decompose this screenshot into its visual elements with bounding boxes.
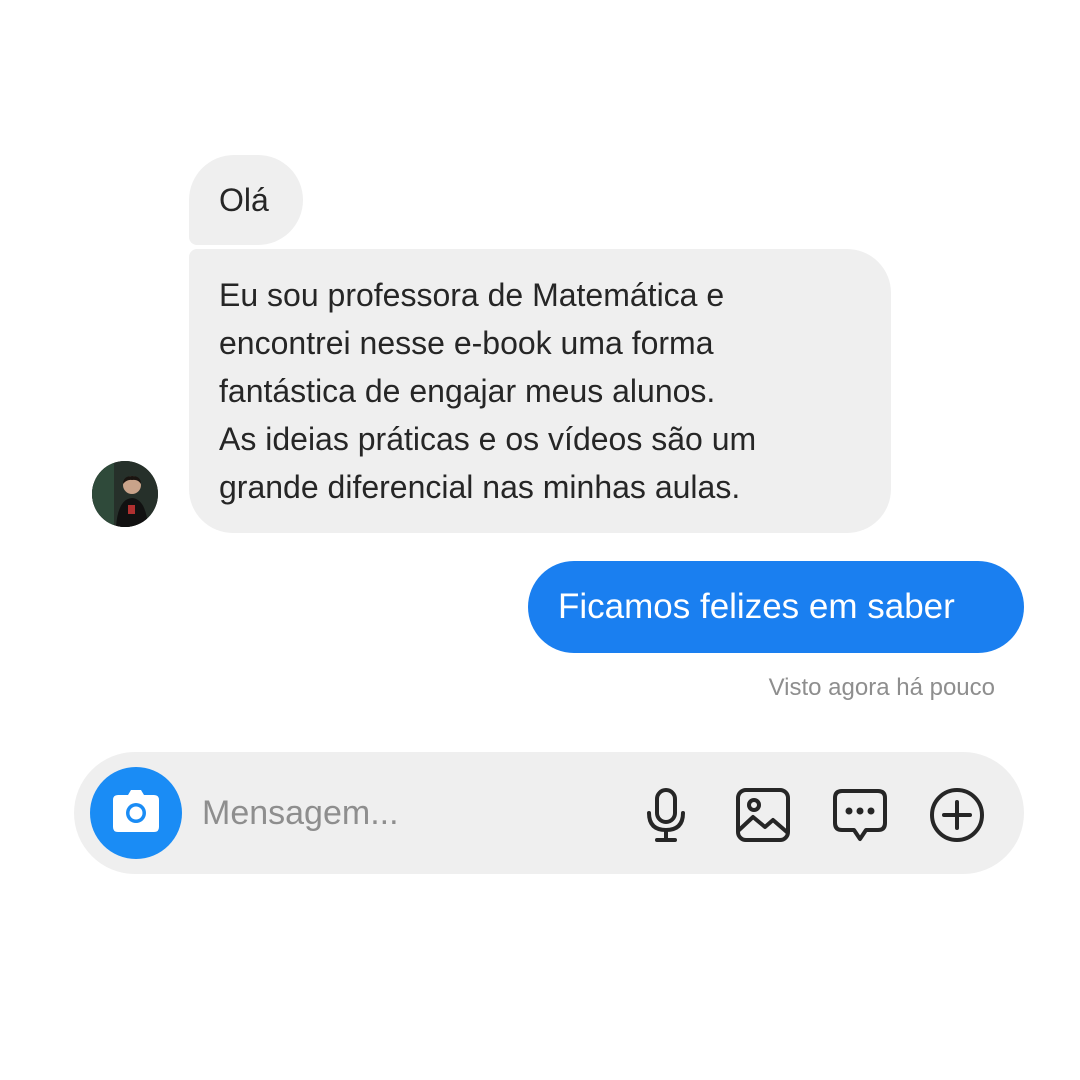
incoming-message-testimonial: Eu sou professora de Matemática e encont… xyxy=(189,249,891,533)
microphone-icon xyxy=(644,787,688,843)
voice-message-button[interactable] xyxy=(638,787,694,843)
seen-status: Visto agora há pouco xyxy=(768,674,995,701)
sticker-icon xyxy=(832,787,888,843)
plus-icon xyxy=(929,787,985,843)
sender-avatar[interactable] xyxy=(92,461,158,527)
message-text: Ficamos felizes em saber xyxy=(558,587,955,626)
sticker-button[interactable] xyxy=(832,787,888,843)
gallery-button[interactable] xyxy=(735,787,791,843)
message-composer xyxy=(74,752,1024,874)
camera-icon xyxy=(111,789,161,838)
message-text: Eu sou professora de Matemática e encont… xyxy=(219,277,757,505)
incoming-message-greeting: Olá xyxy=(189,155,303,245)
camera-button[interactable] xyxy=(90,767,182,859)
more-options-button[interactable] xyxy=(929,787,985,843)
gallery-icon xyxy=(735,787,791,843)
message-input[interactable] xyxy=(202,786,602,840)
message-text: Olá xyxy=(219,182,269,218)
outgoing-message: Ficamos felizes em saber xyxy=(528,561,1024,653)
